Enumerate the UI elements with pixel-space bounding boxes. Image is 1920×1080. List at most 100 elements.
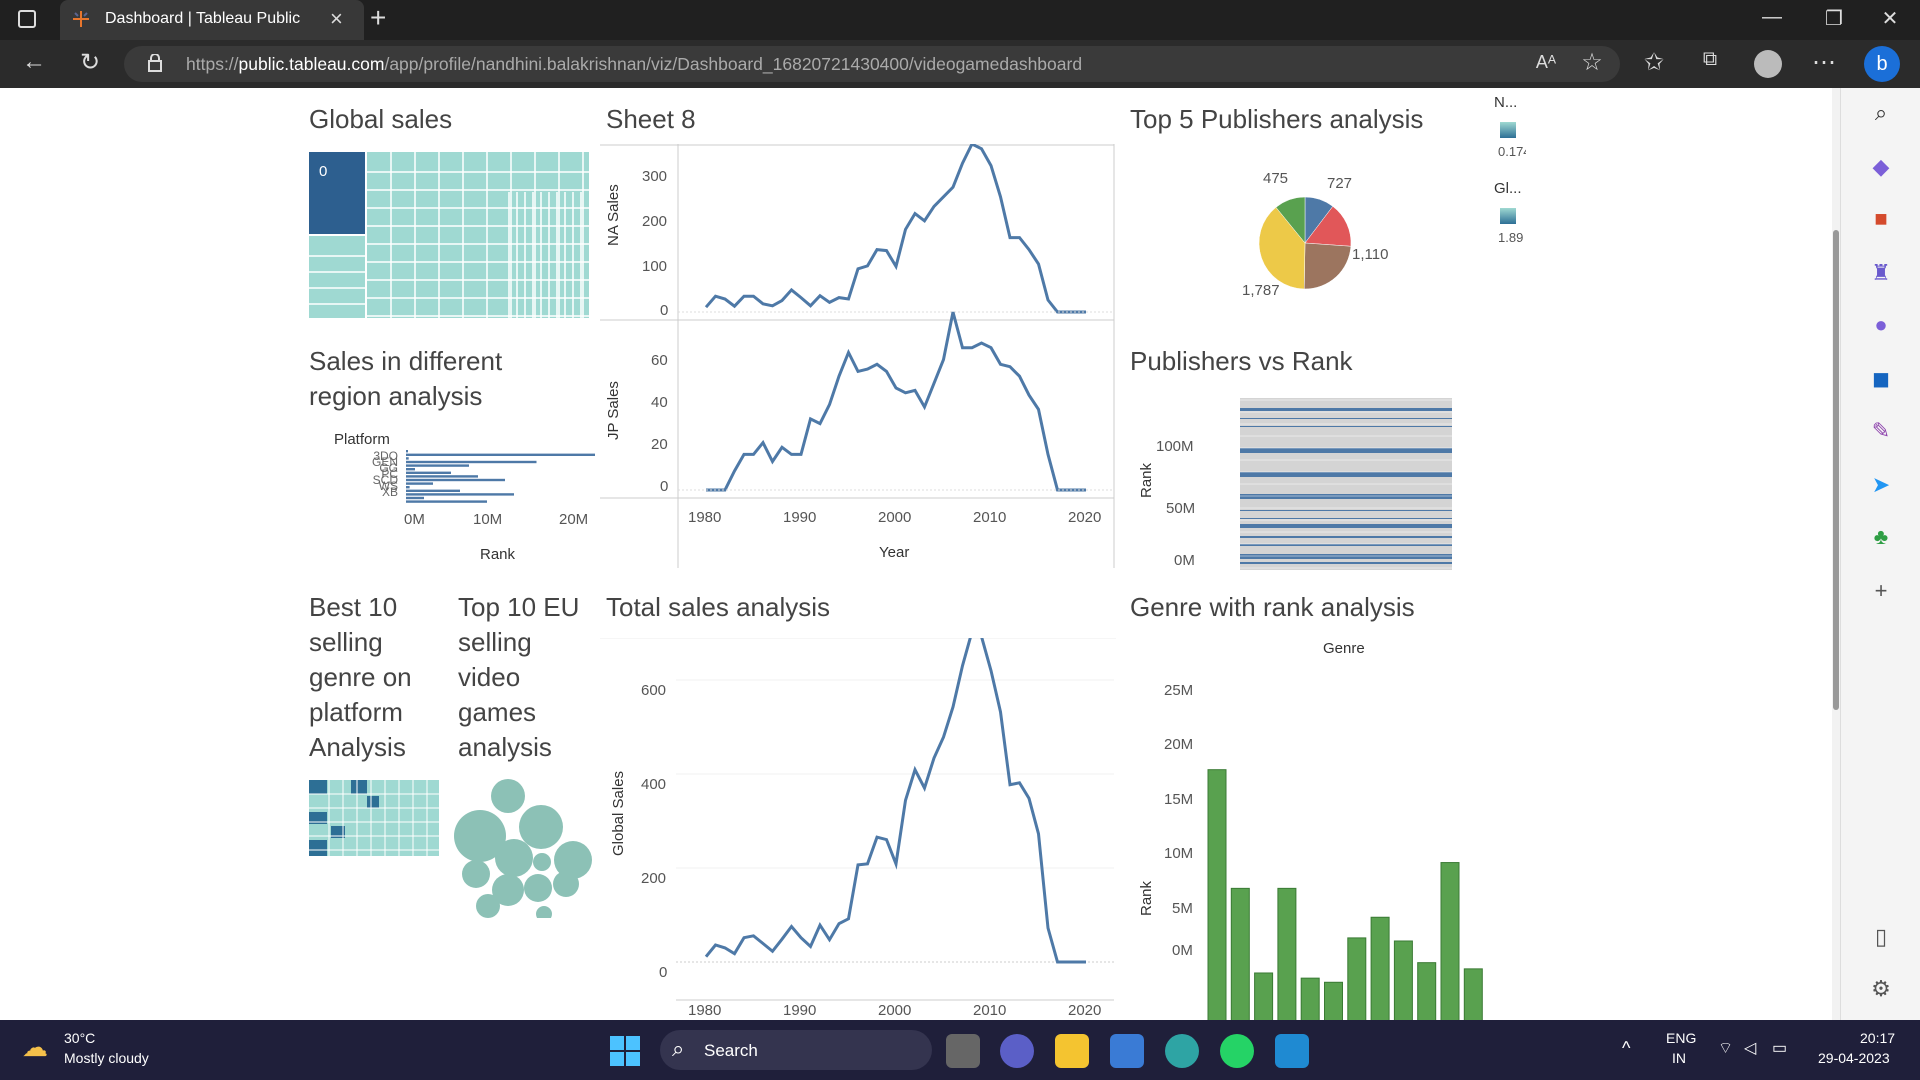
outlook-icon[interactable]: ◼ [1861, 366, 1901, 398]
region-bar[interactable] [406, 482, 433, 485]
region-bar[interactable] [406, 500, 487, 503]
genre-bar[interactable] [1324, 981, 1343, 1020]
lock-icon[interactable] [148, 53, 162, 72]
region-bar[interactable] [406, 496, 424, 500]
region-bar[interactable] [406, 460, 537, 464]
sheet8-chart[interactable] [600, 144, 1116, 574]
eu-game-bubble[interactable] [533, 853, 551, 871]
minimize-icon[interactable]: — [1752, 6, 1792, 29]
language-line1[interactable]: ENG [1666, 1030, 1696, 1046]
publisher-rank-band[interactable] [1240, 472, 1452, 477]
global-sales-treemap[interactable]: 0 [309, 152, 589, 318]
clock-time[interactable]: 20:17 [1860, 1030, 1895, 1046]
publisher-rank-band[interactable] [1240, 562, 1452, 564]
file-explorer-icon[interactable] [1055, 1034, 1089, 1068]
games-icon[interactable]: ♜ [1861, 260, 1901, 292]
scrollbar[interactable] [1832, 88, 1840, 1020]
favorites-icon[interactable]: ✩ [1636, 48, 1672, 77]
designer-icon[interactable]: ✎ [1861, 418, 1901, 450]
eu-game-bubble[interactable] [476, 894, 500, 918]
close-window-icon[interactable]: ✕ [1870, 6, 1910, 31]
copilot-icon[interactable]: ● [1861, 312, 1901, 344]
publisher-rank-band[interactable] [1240, 510, 1452, 511]
genre-bar[interactable] [1370, 916, 1390, 1020]
edge-icon[interactable] [1165, 1034, 1199, 1068]
publisher-rank-band[interactable] [1240, 448, 1452, 453]
back-icon[interactable]: ← [16, 48, 52, 76]
publishers-rank-chart[interactable] [1240, 398, 1452, 570]
whatsapp-icon[interactable] [1220, 1034, 1254, 1068]
publisher-rank-band[interactable] [1240, 418, 1452, 419]
region-bar[interactable] [406, 450, 408, 453]
vscode-icon[interactable] [1275, 1034, 1309, 1068]
collections-icon[interactable]: ⧉ [1692, 48, 1728, 71]
region-bar[interactable] [406, 475, 478, 478]
taskbar-search-text[interactable]: Search [704, 1041, 758, 1061]
task-view-icon[interactable] [946, 1034, 980, 1068]
settings-icon[interactable]: ⚙ [1861, 976, 1901, 1008]
weather-desc[interactable]: Mostly cloudy [64, 1050, 149, 1066]
genre-bar-chart[interactable]: ActionventureightingMiscatformPuzzleRaci… [1200, 748, 1490, 1020]
tools-icon[interactable]: ■ [1861, 206, 1901, 238]
eu-game-bubble[interactable] [491, 779, 525, 813]
weather-icon[interactable]: ☁ [22, 1032, 54, 1064]
profile-avatar[interactable] [1754, 50, 1782, 78]
send-icon[interactable]: ➤ [1861, 472, 1901, 504]
eu-game-bubble[interactable] [519, 805, 563, 849]
eu-game-bubble[interactable] [536, 906, 552, 918]
publisher-rank-band[interactable] [1240, 536, 1452, 538]
close-tab-icon[interactable]: × [330, 6, 343, 32]
battery-icon[interactable]: ▭ [1772, 1038, 1787, 1058]
top10-eu-bubble-chart[interactable] [450, 778, 596, 918]
shopping-icon[interactable]: ◆ [1861, 154, 1901, 186]
volume-icon[interactable]: ◁ [1744, 1038, 1756, 1058]
teams-icon[interactable] [1000, 1034, 1034, 1068]
read-aloud-icon[interactable]: Aᴬ [1528, 52, 1564, 73]
region-bar[interactable] [406, 493, 514, 496]
eu-game-bubble[interactable] [524, 874, 552, 902]
genre-bar[interactable] [1254, 972, 1274, 1020]
pie-slice[interactable] [1303, 242, 1352, 290]
genre-bar[interactable] [1417, 962, 1437, 1020]
region-bar[interactable] [406, 464, 469, 467]
publisher-rank-band[interactable] [1240, 554, 1452, 559]
genre-bar[interactable] [1277, 887, 1297, 1020]
best10-cell[interactable] [309, 780, 327, 794]
weather-temp[interactable]: 30°C [64, 1030, 95, 1046]
publisher-rank-band[interactable] [1240, 518, 1452, 519]
genre-bar[interactable] [1230, 887, 1250, 1020]
language-line2[interactable]: IN [1672, 1050, 1686, 1066]
region-bar[interactable] [406, 468, 415, 471]
region-bar[interactable] [406, 489, 460, 492]
best10-cell[interactable] [309, 840, 327, 856]
tray-chevron-icon[interactable]: ^ [1622, 1038, 1630, 1059]
genre-bar[interactable] [1207, 769, 1227, 1020]
genre-bar[interactable] [1347, 937, 1367, 1020]
global-sales-line[interactable] [704, 638, 1086, 964]
genre-bar[interactable] [1463, 968, 1483, 1020]
bing-icon[interactable]: b [1864, 46, 1900, 82]
store-icon[interactable] [1110, 1034, 1144, 1068]
new-tab-icon[interactable]: + [370, 2, 386, 34]
best10-cell[interactable] [351, 780, 367, 794]
region-bar[interactable] [406, 457, 409, 460]
region-bar-chart[interactable]: 3DOGENGGPCSCDWSXB [362, 448, 602, 508]
add-icon[interactable]: + [1861, 578, 1901, 610]
genre-bar[interactable] [1300, 977, 1320, 1020]
windows-start-icon[interactable] [610, 1036, 640, 1066]
jp-sales-line[interactable] [706, 311, 1086, 492]
eu-game-bubble[interactable] [495, 839, 533, 877]
search-icon[interactable]: ⌕ [1861, 100, 1901, 132]
publisher-rank-band[interactable] [1240, 524, 1452, 528]
wifi-icon[interactable]: ⌔ [1718, 1038, 1733, 1058]
region-bar[interactable] [406, 486, 410, 489]
more-options-icon[interactable]: ⋯ [1806, 48, 1842, 77]
na-sales-line[interactable] [704, 144, 1086, 314]
region-bar[interactable] [406, 453, 595, 456]
url-text[interactable]: https://public.tableau.com/app/profile/n… [186, 54, 1082, 75]
best10-treemap[interactable] [309, 780, 439, 856]
region-bar[interactable] [406, 471, 451, 474]
scrollbar-thumb[interactable] [1833, 230, 1839, 710]
tab-actions-icon[interactable] [18, 10, 36, 28]
taskbar-search-box[interactable] [660, 1030, 932, 1070]
